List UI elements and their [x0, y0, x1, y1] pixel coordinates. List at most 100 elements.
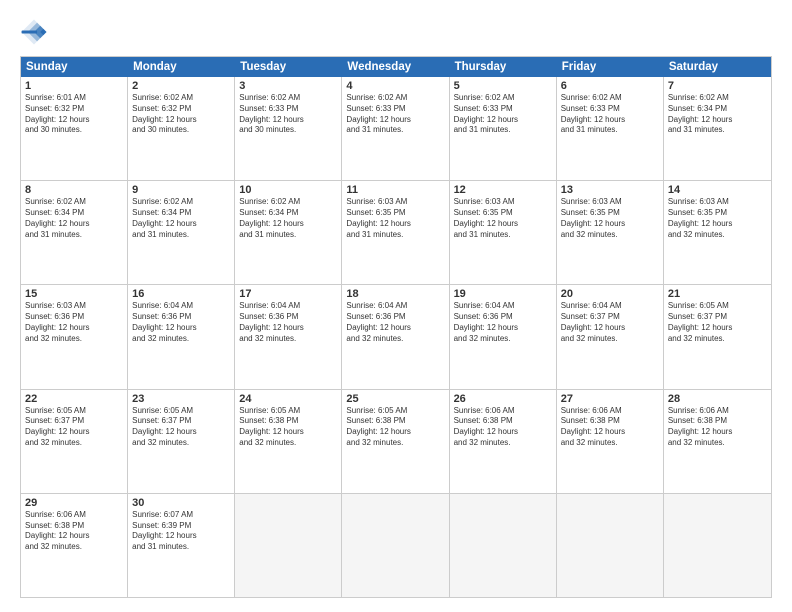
- calendar-cell: [557, 494, 664, 597]
- day-number: 1: [25, 80, 123, 92]
- day-number: 13: [561, 184, 659, 196]
- day-info: Sunrise: 6:04 AMSunset: 6:36 PMDaylight:…: [132, 301, 230, 344]
- day-info: Sunrise: 6:05 AMSunset: 6:38 PMDaylight:…: [239, 406, 337, 449]
- day-info: Sunrise: 6:06 AMSunset: 6:38 PMDaylight:…: [25, 510, 123, 553]
- calendar-cell: [235, 494, 342, 597]
- day-number: 6: [561, 80, 659, 92]
- calendar-week-2: 8Sunrise: 6:02 AMSunset: 6:34 PMDaylight…: [21, 181, 771, 285]
- day-number: 5: [454, 80, 552, 92]
- day-number: 8: [25, 184, 123, 196]
- calendar-cell: [664, 494, 771, 597]
- calendar-cell: 23Sunrise: 6:05 AMSunset: 6:37 PMDayligh…: [128, 390, 235, 493]
- calendar-cell: 19Sunrise: 6:04 AMSunset: 6:36 PMDayligh…: [450, 285, 557, 388]
- day-number: 11: [346, 184, 444, 196]
- day-number: 16: [132, 288, 230, 300]
- logo-icon: [20, 18, 48, 46]
- day-info: Sunrise: 6:06 AMSunset: 6:38 PMDaylight:…: [668, 406, 767, 449]
- calendar-cell: 17Sunrise: 6:04 AMSunset: 6:36 PMDayligh…: [235, 285, 342, 388]
- day-info: Sunrise: 6:02 AMSunset: 6:33 PMDaylight:…: [239, 93, 337, 136]
- day-number: 2: [132, 80, 230, 92]
- day-info: Sunrise: 6:03 AMSunset: 6:35 PMDaylight:…: [346, 197, 444, 240]
- calendar-week-3: 15Sunrise: 6:03 AMSunset: 6:36 PMDayligh…: [21, 285, 771, 389]
- header-tuesday: Tuesday: [235, 57, 342, 77]
- calendar-cell: 9Sunrise: 6:02 AMSunset: 6:34 PMDaylight…: [128, 181, 235, 284]
- day-number: 25: [346, 393, 444, 405]
- calendar-cell: 26Sunrise: 6:06 AMSunset: 6:38 PMDayligh…: [450, 390, 557, 493]
- calendar-cell: 22Sunrise: 6:05 AMSunset: 6:37 PMDayligh…: [21, 390, 128, 493]
- header: [20, 18, 772, 46]
- calendar-cell: 7Sunrise: 6:02 AMSunset: 6:34 PMDaylight…: [664, 77, 771, 180]
- day-info: Sunrise: 6:02 AMSunset: 6:34 PMDaylight:…: [239, 197, 337, 240]
- calendar-cell: 8Sunrise: 6:02 AMSunset: 6:34 PMDaylight…: [21, 181, 128, 284]
- header-friday: Friday: [557, 57, 664, 77]
- page: Sunday Monday Tuesday Wednesday Thursday…: [0, 0, 792, 612]
- calendar-week-1: 1Sunrise: 6:01 AMSunset: 6:32 PMDaylight…: [21, 77, 771, 181]
- day-number: 4: [346, 80, 444, 92]
- day-info: Sunrise: 6:02 AMSunset: 6:33 PMDaylight:…: [454, 93, 552, 136]
- day-info: Sunrise: 6:05 AMSunset: 6:37 PMDaylight:…: [25, 406, 123, 449]
- header-monday: Monday: [128, 57, 235, 77]
- day-number: 24: [239, 393, 337, 405]
- day-number: 22: [25, 393, 123, 405]
- day-number: 20: [561, 288, 659, 300]
- day-number: 15: [25, 288, 123, 300]
- calendar-cell: 29Sunrise: 6:06 AMSunset: 6:38 PMDayligh…: [21, 494, 128, 597]
- calendar-cell: 11Sunrise: 6:03 AMSunset: 6:35 PMDayligh…: [342, 181, 449, 284]
- day-number: 29: [25, 497, 123, 509]
- calendar-cell: 5Sunrise: 6:02 AMSunset: 6:33 PMDaylight…: [450, 77, 557, 180]
- calendar-cell: 30Sunrise: 6:07 AMSunset: 6:39 PMDayligh…: [128, 494, 235, 597]
- day-info: Sunrise: 6:02 AMSunset: 6:33 PMDaylight:…: [346, 93, 444, 136]
- day-number: 14: [668, 184, 767, 196]
- logo: [20, 18, 52, 46]
- header-saturday: Saturday: [664, 57, 771, 77]
- calendar-cell: 15Sunrise: 6:03 AMSunset: 6:36 PMDayligh…: [21, 285, 128, 388]
- day-info: Sunrise: 6:06 AMSunset: 6:38 PMDaylight:…: [561, 406, 659, 449]
- calendar-cell: 21Sunrise: 6:05 AMSunset: 6:37 PMDayligh…: [664, 285, 771, 388]
- calendar-cell: 28Sunrise: 6:06 AMSunset: 6:38 PMDayligh…: [664, 390, 771, 493]
- calendar-cell: 1Sunrise: 6:01 AMSunset: 6:32 PMDaylight…: [21, 77, 128, 180]
- day-info: Sunrise: 6:05 AMSunset: 6:37 PMDaylight:…: [668, 301, 767, 344]
- day-number: 9: [132, 184, 230, 196]
- day-info: Sunrise: 6:03 AMSunset: 6:35 PMDaylight:…: [561, 197, 659, 240]
- calendar-cell: [342, 494, 449, 597]
- day-info: Sunrise: 6:04 AMSunset: 6:37 PMDaylight:…: [561, 301, 659, 344]
- day-info: Sunrise: 6:02 AMSunset: 6:33 PMDaylight:…: [561, 93, 659, 136]
- day-number: 18: [346, 288, 444, 300]
- day-number: 17: [239, 288, 337, 300]
- day-number: 23: [132, 393, 230, 405]
- calendar-week-5: 29Sunrise: 6:06 AMSunset: 6:38 PMDayligh…: [21, 494, 771, 597]
- calendar-cell: [450, 494, 557, 597]
- day-info: Sunrise: 6:03 AMSunset: 6:35 PMDaylight:…: [454, 197, 552, 240]
- day-info: Sunrise: 6:02 AMSunset: 6:34 PMDaylight:…: [25, 197, 123, 240]
- day-number: 28: [668, 393, 767, 405]
- day-info: Sunrise: 6:03 AMSunset: 6:35 PMDaylight:…: [668, 197, 767, 240]
- day-info: Sunrise: 6:07 AMSunset: 6:39 PMDaylight:…: [132, 510, 230, 553]
- day-info: Sunrise: 6:03 AMSunset: 6:36 PMDaylight:…: [25, 301, 123, 344]
- calendar-container: Sunday Monday Tuesday Wednesday Thursday…: [20, 56, 772, 598]
- day-info: Sunrise: 6:05 AMSunset: 6:38 PMDaylight:…: [346, 406, 444, 449]
- day-info: Sunrise: 6:01 AMSunset: 6:32 PMDaylight:…: [25, 93, 123, 136]
- calendar-cell: 4Sunrise: 6:02 AMSunset: 6:33 PMDaylight…: [342, 77, 449, 180]
- day-info: Sunrise: 6:05 AMSunset: 6:37 PMDaylight:…: [132, 406, 230, 449]
- day-number: 12: [454, 184, 552, 196]
- day-number: 3: [239, 80, 337, 92]
- day-info: Sunrise: 6:02 AMSunset: 6:34 PMDaylight:…: [668, 93, 767, 136]
- calendar-cell: 3Sunrise: 6:02 AMSunset: 6:33 PMDaylight…: [235, 77, 342, 180]
- day-info: Sunrise: 6:02 AMSunset: 6:34 PMDaylight:…: [132, 197, 230, 240]
- calendar-cell: 2Sunrise: 6:02 AMSunset: 6:32 PMDaylight…: [128, 77, 235, 180]
- calendar-body: 1Sunrise: 6:01 AMSunset: 6:32 PMDaylight…: [21, 77, 771, 597]
- calendar-cell: 13Sunrise: 6:03 AMSunset: 6:35 PMDayligh…: [557, 181, 664, 284]
- header-thursday: Thursday: [450, 57, 557, 77]
- day-number: 30: [132, 497, 230, 509]
- day-info: Sunrise: 6:06 AMSunset: 6:38 PMDaylight:…: [454, 406, 552, 449]
- day-info: Sunrise: 6:04 AMSunset: 6:36 PMDaylight:…: [239, 301, 337, 344]
- day-number: 10: [239, 184, 337, 196]
- day-number: 21: [668, 288, 767, 300]
- day-number: 7: [668, 80, 767, 92]
- day-info: Sunrise: 6:04 AMSunset: 6:36 PMDaylight:…: [454, 301, 552, 344]
- day-number: 26: [454, 393, 552, 405]
- calendar-header: Sunday Monday Tuesday Wednesday Thursday…: [21, 57, 771, 77]
- day-info: Sunrise: 6:04 AMSunset: 6:36 PMDaylight:…: [346, 301, 444, 344]
- calendar-cell: 16Sunrise: 6:04 AMSunset: 6:36 PMDayligh…: [128, 285, 235, 388]
- calendar-cell: 10Sunrise: 6:02 AMSunset: 6:34 PMDayligh…: [235, 181, 342, 284]
